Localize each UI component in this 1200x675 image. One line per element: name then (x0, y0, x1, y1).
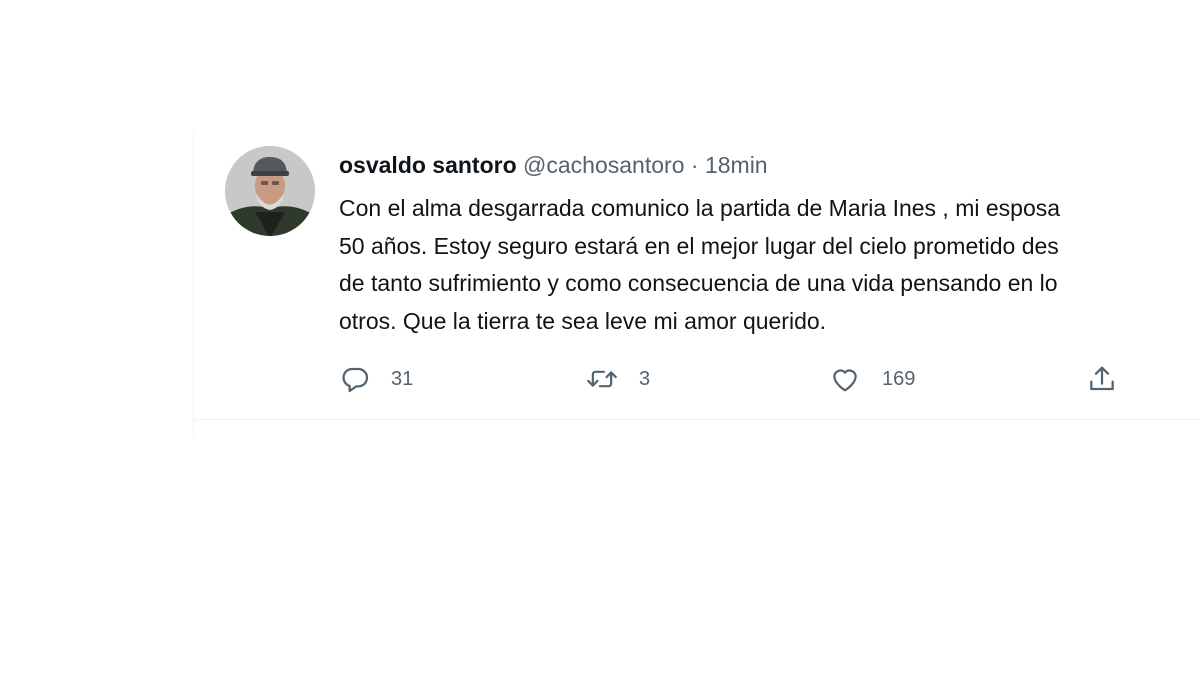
tweet-text: Con el alma desgarrada comunico la parti… (339, 190, 1200, 340)
retweet-count: 3 (639, 367, 651, 390)
tweet-text-line: de tanto sufrimiento y como consecuencia… (339, 270, 1058, 296)
like-button[interactable]: 169 (828, 362, 915, 396)
like-count: 169 (882, 367, 916, 390)
tweet-timestamp[interactable]: 18min (705, 152, 768, 178)
tweet-text-line: otros. Que la tierra te sea leve mi amor… (339, 307, 827, 334)
author-handle[interactable]: @cachosantoro (523, 152, 684, 178)
page: osvaldo santoro @cachosantoro · 18min Co… (0, 0, 1200, 675)
reply-count: 31 (391, 367, 414, 390)
heart-icon (833, 369, 857, 392)
avatar[interactable] (225, 146, 315, 236)
tweet-text-line: 50 años. Estoy seguro estará en el mejor… (339, 232, 1059, 259)
avatar-photo (225, 146, 315, 236)
tweet-header: osvaldo santoro @cachosantoro · 18min (339, 151, 768, 179)
tweet-card[interactable]: osvaldo santoro @cachosantoro · 18min Co… (193, 130, 1200, 436)
reply-button[interactable]: 31 (339, 362, 413, 396)
reply-icon (342, 367, 369, 393)
retweet-icon (587, 370, 617, 388)
author-display-name[interactable]: osvaldo santoro (339, 152, 517, 178)
share-icon (1090, 366, 1114, 391)
share-button[interactable] (1086, 362, 1118, 396)
header-separator: · (690, 152, 699, 178)
tweet-divider (194, 419, 1200, 420)
retweet-button[interactable]: 3 (585, 362, 650, 396)
tweet-actions: 31 3 169 (339, 362, 1139, 396)
tweet-text-line: Con el alma desgarrada comunico la parti… (339, 195, 1061, 221)
